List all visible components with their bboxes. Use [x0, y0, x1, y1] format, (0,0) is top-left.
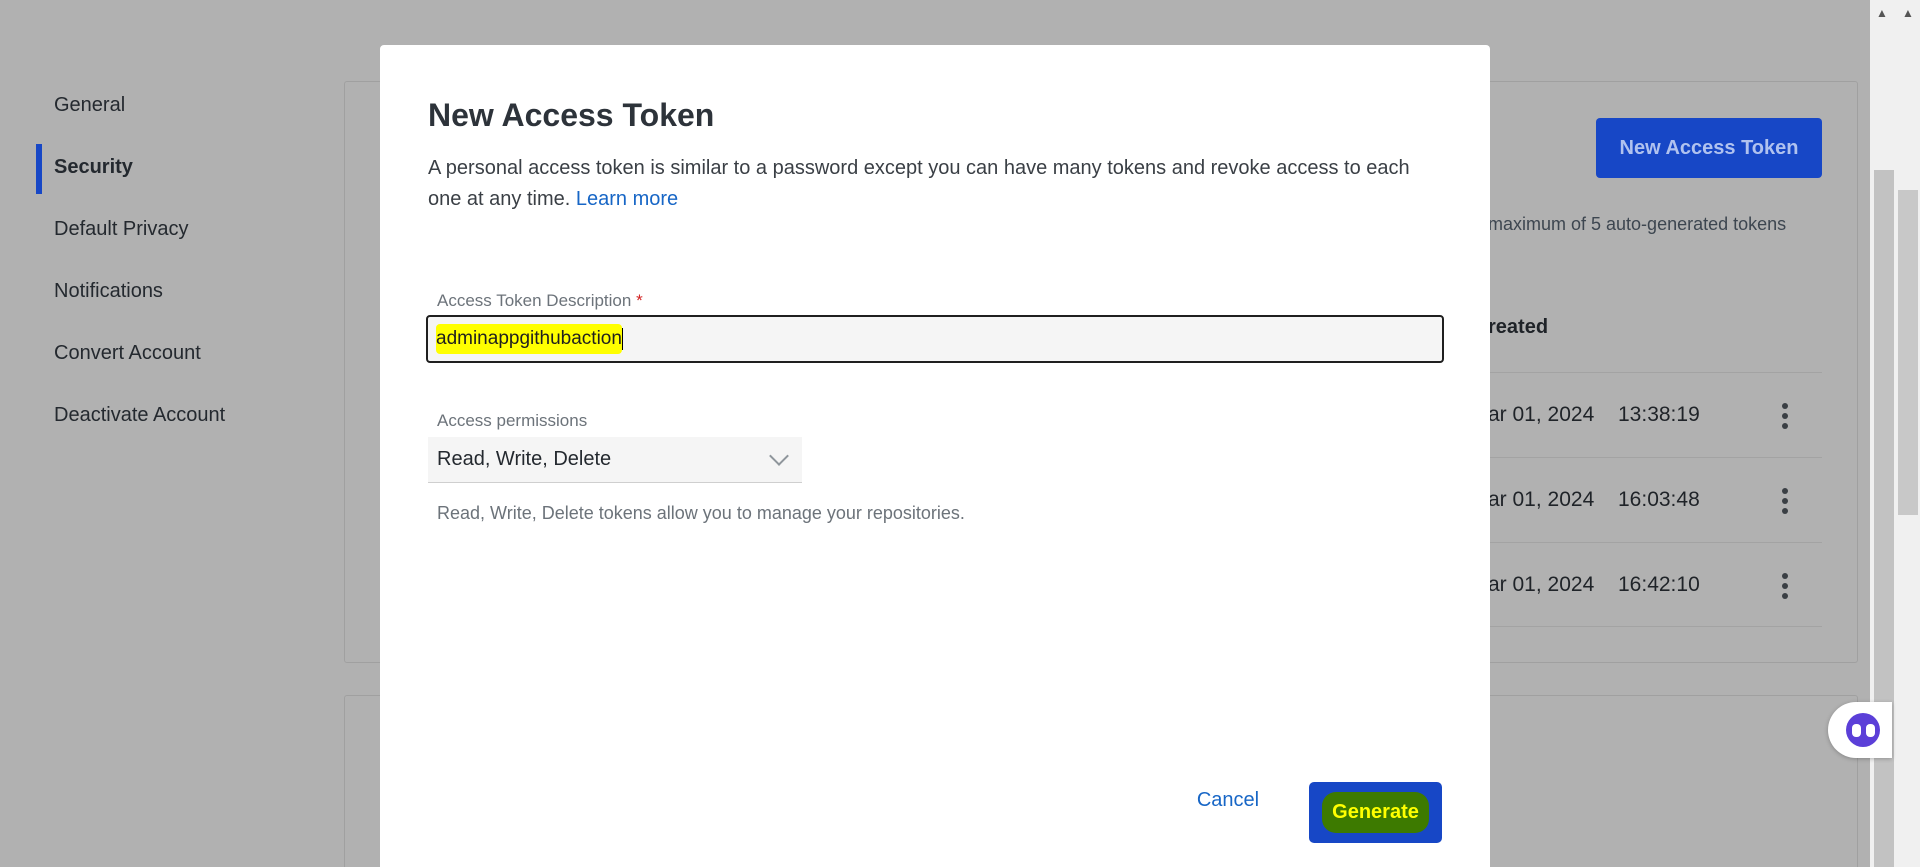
- dialog-description: A personal access token is similar to a …: [428, 153, 1448, 215]
- token-row: ar 01, 2024 16:03:48: [1488, 457, 1822, 542]
- settings-sidebar: General Security Default Privacy Notific…: [36, 80, 336, 452]
- sidebar-item-default-privacy[interactable]: Default Privacy: [36, 204, 336, 266]
- new-access-token-dialog: New Access Token A personal access token…: [380, 45, 1490, 867]
- table-divider: [1488, 626, 1822, 627]
- token-row: ar 01, 2024 13:38:19: [1488, 372, 1822, 457]
- token-date: ar 01, 2024: [1488, 488, 1595, 511]
- token-date: ar 01, 2024: [1488, 573, 1595, 596]
- token-description-label: Access Token Description *: [437, 291, 643, 311]
- token-row: ar 01, 2024 16:42:10: [1488, 542, 1822, 627]
- access-permissions-label: Access permissions: [437, 411, 588, 430]
- assistant-launcher-button[interactable]: [1828, 702, 1892, 758]
- sidebar-item-convert-account[interactable]: Convert Account: [36, 328, 336, 390]
- sidebar-item-deactivate-account[interactable]: Deactivate Account: [36, 390, 336, 452]
- scroll-up-arrow-icon[interactable]: ▲: [1902, 6, 1914, 20]
- generate-button[interactable]: Generate: [1309, 782, 1442, 843]
- token-description-value: adminappgithubaction: [436, 324, 622, 354]
- required-mark: *: [636, 291, 643, 310]
- dialog-title: New Access Token: [428, 97, 715, 133]
- token-time: 16:42:10: [1618, 573, 1700, 596]
- scroll-up-arrow-icon[interactable]: ▲: [1876, 6, 1888, 20]
- scrollbar-thumb-inner[interactable]: [1898, 190, 1918, 515]
- kebab-menu-icon[interactable]: [1782, 573, 1788, 599]
- sidebar-item-security[interactable]: Security: [36, 142, 336, 204]
- token-time: 13:38:19: [1618, 403, 1700, 426]
- sidebar-item-notifications[interactable]: Notifications: [36, 266, 336, 328]
- generate-button-label: Generate: [1322, 792, 1429, 833]
- created-column-header: reated: [1488, 316, 1549, 338]
- access-permissions-value: Read, Write, Delete: [437, 448, 612, 470]
- token-description-input[interactable]: adminappgithubaction: [426, 315, 1444, 363]
- assistant-icon: [1846, 713, 1880, 747]
- text-caret: [621, 328, 623, 350]
- token-date: ar 01, 2024: [1488, 403, 1595, 426]
- scrollbar-thumb[interactable]: [1874, 170, 1894, 867]
- permissions-help-text: Read, Write, Delete tokens allow you to …: [437, 503, 965, 523]
- token-time: 16:03:48: [1618, 488, 1700, 511]
- new-access-token-button[interactable]: New Access Token: [1596, 118, 1822, 178]
- access-permissions-select[interactable]: Read, Write, Delete: [428, 437, 802, 483]
- chevron-down-icon: [769, 446, 789, 466]
- learn-more-link[interactable]: Learn more: [576, 188, 678, 210]
- token-limit-note: maximum of 5 auto-generated tokens: [1488, 214, 1787, 234]
- kebab-menu-icon[interactable]: [1782, 488, 1788, 514]
- cancel-button[interactable]: Cancel: [1188, 780, 1268, 820]
- kebab-menu-icon[interactable]: [1782, 403, 1788, 429]
- sidebar-item-general[interactable]: General: [36, 80, 336, 142]
- token-description-label-text: Access Token Description: [437, 291, 632, 310]
